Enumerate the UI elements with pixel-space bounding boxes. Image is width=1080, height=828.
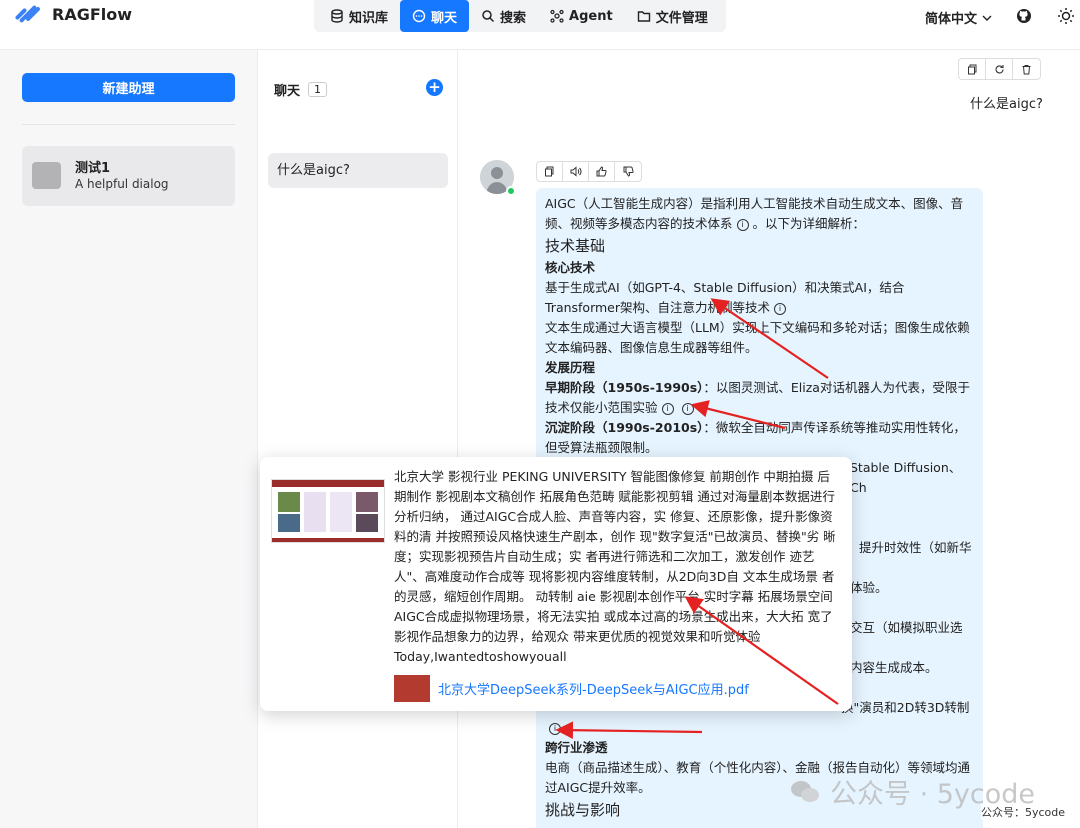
- section-title: 技术基础: [545, 237, 606, 255]
- app-name: RAGFlow: [52, 4, 133, 24]
- citation-icon[interactable]: i: [549, 722, 561, 735]
- nav-label: 文件管理: [655, 10, 708, 26]
- agent-icon: [550, 9, 564, 23]
- thumbs-up-icon[interactable]: [589, 162, 615, 181]
- answer-paragraph: 文本生成通过大语言模型（LLM）实现上下文编码和多轮对话；图像生成依赖文本编码器…: [545, 320, 970, 355]
- answer-paragraph: 早期阶段（1950s-1990s）：以图灵测试、Eliza对话机器人为代表，受限…: [545, 380, 970, 415]
- answer-paragraph: 沉淀阶段（1990s-2010s）：微软全自动同声传译系统等推动实用性转化，但受…: [545, 420, 966, 455]
- chat-main: 什么是aigc? AIGC（人工智能生成内容）是指利用人工智能技术自动生成文本、…: [458, 50, 1080, 828]
- nav-file-management[interactable]: 文件管理: [625, 0, 720, 32]
- citation-icon[interactable]: i: [736, 218, 749, 231]
- chat-list-header: 聊天 1: [274, 80, 328, 99]
- document-link[interactable]: 北京大学DeepSeek系列-DeepSeek与AIGC应用.pdf: [438, 679, 749, 698]
- citation-icon[interactable]: i: [681, 402, 694, 415]
- copy-icon[interactable]: [959, 59, 986, 79]
- assistant-avatar: [32, 162, 61, 189]
- nav-label: Agent: [569, 8, 613, 24]
- regenerate-icon[interactable]: [986, 59, 1013, 79]
- language-label: 简体中文: [925, 12, 978, 27]
- nav-label: 搜索: [500, 10, 527, 26]
- nav-search[interactable]: 搜索: [469, 0, 538, 32]
- citation-icon[interactable]: i: [774, 302, 787, 315]
- chevron-down-icon: [982, 15, 992, 21]
- subsection-title: 发展历程: [545, 360, 596, 375]
- ragflow-logo-icon: [12, 2, 42, 26]
- subsection-title: 核心技术: [545, 260, 596, 275]
- answer-paragraph: i: [545, 718, 974, 738]
- chunk-content: 北京大学 影视行业 PEKING UNIVERSITY 智能图像修复 前期创作 …: [394, 469, 836, 644]
- new-assistant-button[interactable]: 新建助理: [22, 73, 235, 102]
- answer-toolbar: [536, 161, 642, 182]
- assistant-description: A helpful dialog: [75, 177, 169, 191]
- nav-knowledge-base[interactable]: 知识库: [318, 0, 400, 32]
- assistant-sidebar: 新建助理 测试1 A helpful dialog: [0, 50, 258, 828]
- delete-icon[interactable]: [1013, 59, 1040, 79]
- thumbs-down-icon[interactable]: [615, 162, 641, 181]
- divider: [22, 124, 235, 125]
- sun-theme-icon[interactable]: [1056, 6, 1076, 26]
- chat-list-title: 聊天: [274, 84, 301, 99]
- citation-icon[interactable]: i: [661, 402, 674, 415]
- citation-popover: 北京大学 影视行业 PEKING UNIVERSITY 智能图像修复 前期创作 …: [260, 457, 852, 711]
- app-logo[interactable]: RAGFlow: [12, 0, 132, 28]
- wechat-icon: [791, 780, 819, 802]
- online-status-dot: [506, 186, 516, 196]
- speaker-icon[interactable]: [563, 162, 589, 181]
- document-link-row[interactable]: 北京大学DeepSeek系列-DeepSeek与AIGC应用.pdf: [394, 675, 749, 702]
- github-icon[interactable]: [1014, 6, 1034, 26]
- chat-icon: [412, 9, 426, 23]
- nav-agent[interactable]: Agent: [538, 0, 625, 32]
- language-select[interactable]: 简体中文: [925, 8, 993, 27]
- pdf-file-icon: [394, 675, 430, 702]
- top-bar: RAGFlow 知识库 聊天 搜索 Agent 文件管理 简体中文: [0, 0, 1080, 50]
- document-thumbnail[interactable]: [271, 479, 385, 543]
- user-message-toolbar: [958, 58, 1041, 80]
- assistant-name: 测试1: [75, 161, 111, 176]
- nav-chat[interactable]: 聊天: [400, 0, 470, 32]
- nav-label: 聊天: [431, 10, 458, 26]
- chat-list-panel: 聊天 1 + 什么是aigc?: [258, 50, 458, 828]
- add-chat-button[interactable]: +: [426, 79, 443, 96]
- database-icon: [331, 9, 343, 23]
- chat-count-badge: 1: [308, 82, 328, 97]
- user-question: 什么是aigc?: [970, 97, 1043, 112]
- answer-intro: AIGC（人工智能生成内容）是指利用人工智能技术自动生成文本、图像、音频、视频等…: [545, 196, 964, 231]
- chunk-tail: Today,Iwantedtoshowyouall: [394, 649, 567, 664]
- conversation-item[interactable]: 什么是aigc?: [268, 153, 448, 188]
- folder-icon: [637, 11, 650, 22]
- nav-label: 知识库: [349, 10, 389, 26]
- subsection-title: 跨行业渗透: [545, 740, 608, 755]
- assistant-card[interactable]: 测试1 A helpful dialog: [22, 146, 235, 206]
- watermark-small: 公众号：5ycode: [981, 804, 1066, 820]
- main-nav: 知识库 聊天 搜索 Agent 文件管理: [314, 0, 726, 32]
- answer-paragraph: 基于生成式AI（如GPT-4、Stable Diffusion）和决策式AI，结…: [545, 280, 905, 315]
- citation-chunk-text: 北京大学 影视行业 PEKING UNIVERSITY 智能图像修复 前期创作 …: [394, 467, 840, 667]
- copy-icon[interactable]: [537, 162, 563, 181]
- search-icon: [482, 10, 495, 23]
